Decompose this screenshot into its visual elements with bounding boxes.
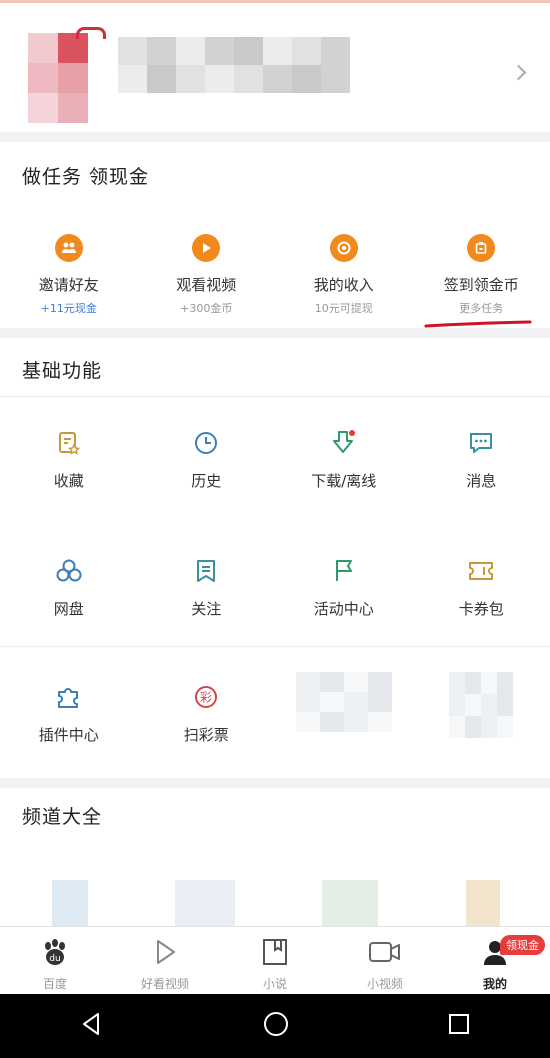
tab-novel[interactable]: 小说 xyxy=(220,927,330,994)
tab-baidu[interactable]: du 百度 xyxy=(0,927,110,994)
puzzle-icon xyxy=(54,682,84,712)
task-checkin[interactable]: 签到领金币 更多任务 xyxy=(413,234,550,316)
blurred-item xyxy=(295,672,392,732)
func-follow[interactable]: 关注 xyxy=(138,556,276,619)
func-label: 卡券包 xyxy=(458,600,504,618)
task-label: 邀请好友 xyxy=(38,276,99,294)
tab-label: 小说 xyxy=(262,977,287,991)
download-icon xyxy=(329,428,359,458)
baidu-paw-icon: du xyxy=(40,937,70,971)
func-cloud-disk[interactable]: 网盘 xyxy=(0,556,138,619)
section-title: 基础功能 xyxy=(22,360,103,382)
task-reward: 10元可提现 xyxy=(314,302,373,315)
func-favorite[interactable]: 收藏 xyxy=(0,428,138,491)
book-icon xyxy=(260,937,290,971)
basic-functions-card: 基础功能 收藏 历史 下载/离线 消息 网盘 关注 活动中心 卡券包 插件中心 … xyxy=(0,338,550,778)
func-label: 网盘 xyxy=(53,600,84,618)
task-reward: +300金币 xyxy=(180,302,233,315)
back-icon[interactable] xyxy=(79,1011,105,1041)
income-icon xyxy=(329,234,358,262)
username-blurred xyxy=(118,37,350,93)
red-annotation-underline xyxy=(424,320,532,328)
section-title: 做任务 领现金 xyxy=(22,166,150,188)
play-icon xyxy=(192,234,221,262)
tab-short-video[interactable]: 小视频 xyxy=(330,927,440,994)
func-label: 扫彩票 xyxy=(183,726,229,744)
func-messages[interactable]: 消息 xyxy=(413,428,550,491)
recents-icon[interactable] xyxy=(447,1012,471,1040)
task-reward: 更多任务 xyxy=(459,302,504,315)
task-watch-video[interactable]: 观看视频 +300金币 xyxy=(138,234,276,316)
func-label: 消息 xyxy=(466,472,497,490)
svg-text:du: du xyxy=(49,954,60,964)
channels-card: 频道大全 xyxy=(0,788,550,926)
task-label: 观看视频 xyxy=(176,276,237,294)
profile-header[interactable] xyxy=(0,0,550,132)
func-plugin-center[interactable]: 插件中心 xyxy=(0,682,138,745)
task-label: 我的收入 xyxy=(313,276,374,294)
cash-badge[interactable]: 领现金 xyxy=(500,935,545,955)
android-nav-bar xyxy=(0,994,550,1058)
svg-text:彩: 彩 xyxy=(200,691,212,705)
task-invite-friends[interactable]: 邀请好友 +11元现金 xyxy=(0,234,138,316)
avatar[interactable] xyxy=(28,27,106,123)
blurred-channel[interactable] xyxy=(175,880,235,926)
blurred-item xyxy=(449,672,514,738)
tab-mine[interactable]: 我的 领现金 xyxy=(440,927,550,994)
func-history[interactable]: 历史 xyxy=(138,428,276,491)
task-reward: +11元现金 xyxy=(40,302,97,315)
func-lottery[interactable]: 彩 扫彩票 xyxy=(138,682,276,745)
lottery-icon: 彩 xyxy=(191,682,221,712)
func-download[interactable]: 下载/离线 xyxy=(275,428,413,491)
calendar-icon xyxy=(467,234,496,262)
func-label: 关注 xyxy=(191,600,222,618)
people-icon xyxy=(54,234,83,262)
message-icon xyxy=(466,428,496,458)
coupon-icon xyxy=(466,556,496,586)
video-camera-icon xyxy=(368,937,402,971)
flag-icon xyxy=(329,556,359,586)
tab-haokan-video[interactable]: 好看视频 xyxy=(110,927,220,994)
tab-label: 我的 xyxy=(482,977,507,991)
task-label: 签到领金币 xyxy=(443,276,519,294)
blurred-channel[interactable] xyxy=(52,880,88,926)
tab-label: 好看视频 xyxy=(140,977,189,991)
blurred-channel[interactable] xyxy=(322,880,378,926)
func-label: 收藏 xyxy=(53,472,84,490)
tab-label: 百度 xyxy=(42,977,67,991)
play-outline-icon xyxy=(150,937,180,971)
home-icon[interactable] xyxy=(262,1010,290,1042)
func-blurred-2[interactable] xyxy=(413,672,550,745)
bottom-tab-bar: du 百度 好看视频 小说 小视频 我的 领现金 xyxy=(0,926,550,994)
task-my-income[interactable]: 我的收入 10元可提现 xyxy=(275,234,413,316)
func-coupon[interactable]: 卡券包 xyxy=(413,556,550,619)
func-blurred-1[interactable] xyxy=(275,672,413,745)
clock-icon xyxy=(191,428,221,458)
section-title: 频道大全 xyxy=(22,806,103,828)
tab-label: 小视频 xyxy=(366,977,403,991)
cloud-disk-icon xyxy=(54,556,84,586)
favorite-icon xyxy=(54,428,84,458)
func-label: 下载/离线 xyxy=(311,472,377,490)
func-label: 历史 xyxy=(191,472,222,490)
tasks-card: 做任务 领现金 邀请好友 +11元现金 观看视频 +300金币 我的收入 10元… xyxy=(0,142,550,328)
chevron-right-icon[interactable] xyxy=(510,64,527,81)
func-label: 插件中心 xyxy=(38,726,99,744)
follow-icon xyxy=(191,556,221,586)
func-activity-center[interactable]: 活动中心 xyxy=(275,556,413,619)
blurred-channel[interactable] xyxy=(466,880,500,926)
func-label: 活动中心 xyxy=(313,600,374,618)
